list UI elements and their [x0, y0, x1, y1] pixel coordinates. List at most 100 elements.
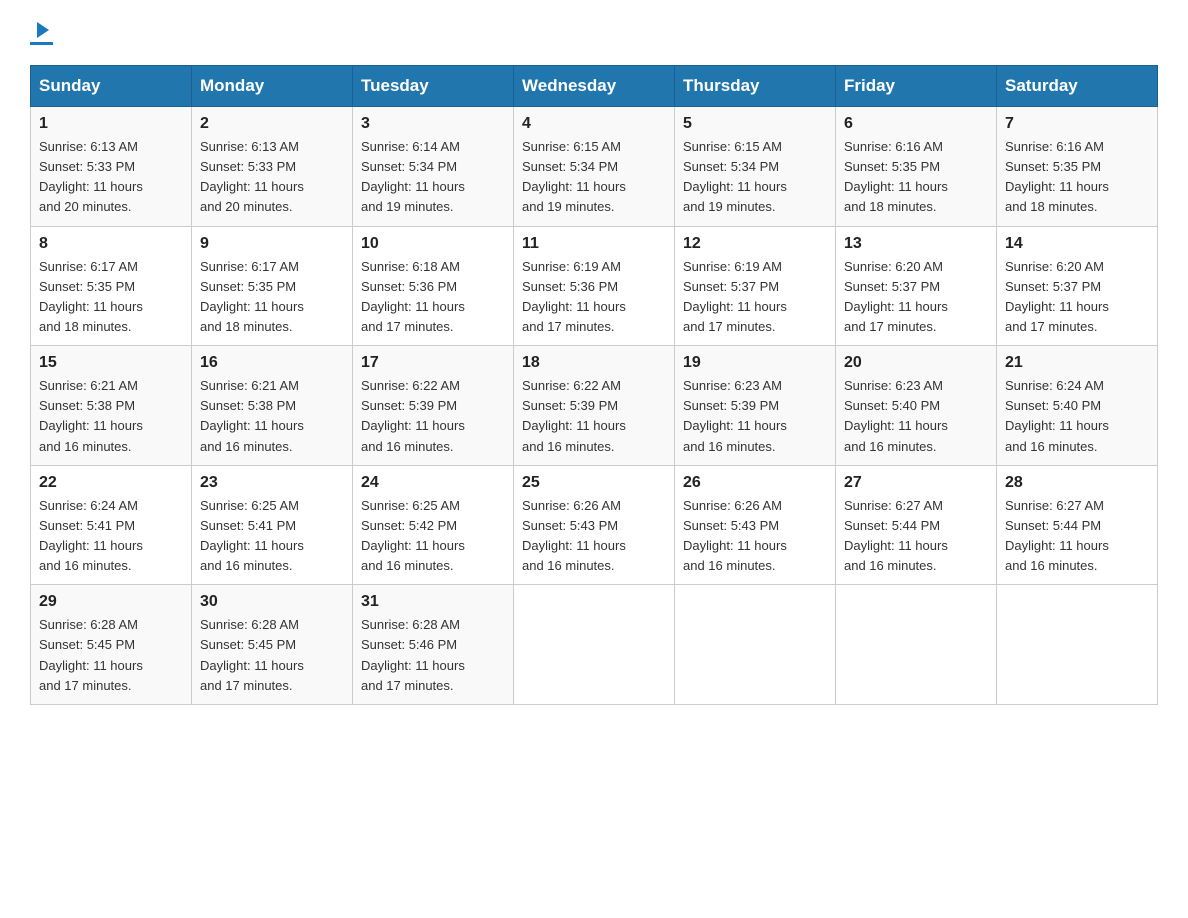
day-info: Sunrise: 6:20 AMSunset: 5:37 PMDaylight:… — [1005, 257, 1149, 338]
calendar-cell: 6Sunrise: 6:16 AMSunset: 5:35 PMDaylight… — [836, 107, 997, 227]
col-header-thursday: Thursday — [675, 66, 836, 107]
day-number: 7 — [1005, 115, 1149, 133]
day-number: 11 — [522, 235, 666, 253]
day-number: 21 — [1005, 354, 1149, 372]
calendar-cell: 23Sunrise: 6:25 AMSunset: 5:41 PMDayligh… — [192, 465, 353, 585]
day-number: 18 — [522, 354, 666, 372]
day-number: 15 — [39, 354, 183, 372]
day-info: Sunrise: 6:28 AMSunset: 5:46 PMDaylight:… — [361, 615, 505, 696]
day-number: 29 — [39, 593, 183, 611]
calendar-cell: 20 Sunrise: 6:23 AMSunset: 5:40 PMDayligh… — [836, 346, 997, 466]
day-info: Sunrise: 6:18 AMSunset: 5:36 PMDaylight:… — [361, 257, 505, 338]
day-number: 30 — [200, 593, 344, 611]
day-info: Sunrise: 6:21 AMSunset: 5:38 PMDaylight:… — [39, 376, 183, 457]
day-info: Sunrise: 6:15 AMSunset: 5:34 PMDaylight:… — [522, 137, 666, 218]
day-info: Sunrise: 6:26 AMSunset: 5:43 PMDaylight:… — [522, 496, 666, 577]
day-info: Sunrise: 6:15 AMSunset: 5:34 PMDaylight:… — [683, 137, 827, 218]
day-info: Sunrise: 6:27 AMSunset: 5:44 PMDaylight:… — [1005, 496, 1149, 577]
day-number: 20 — [844, 354, 988, 372]
calendar-cell: 25Sunrise: 6:26 AMSunset: 5:43 PMDayligh… — [514, 465, 675, 585]
calendar-cell — [514, 585, 675, 705]
day-number: 6 — [844, 115, 988, 133]
day-info: Sunrise: 6:23 AMSunset: 5:40 PMDaylight:… — [844, 376, 988, 457]
calendar-cell: 21 Sunrise: 6:24 AMSunset: 5:40 PMDayligh… — [997, 346, 1158, 466]
calendar-cell: 11 Sunrise: 6:19 AMSunset: 5:36 PMDayligh… — [514, 226, 675, 346]
calendar-cell: 31 Sunrise: 6:28 AMSunset: 5:46 PMDayligh… — [353, 585, 514, 705]
day-number: 2 — [200, 115, 344, 133]
calendar-week-3: 15 Sunrise: 6:21 AMSunset: 5:38 PMDayligh… — [31, 346, 1158, 466]
day-info: Sunrise: 6:27 AMSunset: 5:44 PMDaylight:… — [844, 496, 988, 577]
calendar-cell: 29 Sunrise: 6:28 AMSunset: 5:45 PMDayligh… — [31, 585, 192, 705]
logo-arrow-icon — [33, 20, 53, 40]
day-number: 12 — [683, 235, 827, 253]
calendar-cell: 9Sunrise: 6:17 AMSunset: 5:35 PMDaylight… — [192, 226, 353, 346]
day-number: 10 — [361, 235, 505, 253]
day-info: Sunrise: 6:19 AMSunset: 5:37 PMDaylight:… — [683, 257, 827, 338]
calendar-cell: 27 Sunrise: 6:27 AMSunset: 5:44 PMDayligh… — [836, 465, 997, 585]
day-info: Sunrise: 6:25 AMSunset: 5:41 PMDaylight:… — [200, 496, 344, 577]
calendar-cell: 24 Sunrise: 6:25 AMSunset: 5:42 PMDayligh… — [353, 465, 514, 585]
page-header — [30, 20, 1158, 45]
calendar-cell: 5 Sunrise: 6:15 AMSunset: 5:34 PMDaylight… — [675, 107, 836, 227]
day-info: Sunrise: 6:24 AMSunset: 5:40 PMDaylight:… — [1005, 376, 1149, 457]
day-info: Sunrise: 6:17 AMSunset: 5:35 PMDaylight:… — [39, 257, 183, 338]
day-number: 17 — [361, 354, 505, 372]
day-info: Sunrise: 6:22 AMSunset: 5:39 PMDaylight:… — [522, 376, 666, 457]
day-number: 24 — [361, 474, 505, 492]
calendar-week-1: 1 Sunrise: 6:13 AMSunset: 5:33 PMDaylight… — [31, 107, 1158, 227]
day-info: Sunrise: 6:20 AMSunset: 5:37 PMDaylight:… — [844, 257, 988, 338]
calendar-cell: 8 Sunrise: 6:17 AMSunset: 5:35 PMDaylight… — [31, 226, 192, 346]
calendar-cell — [675, 585, 836, 705]
day-number: 4 — [522, 115, 666, 133]
day-number: 1 — [39, 115, 183, 133]
day-number: 28 — [1005, 474, 1149, 492]
calendar-week-5: 29 Sunrise: 6:28 AMSunset: 5:45 PMDayligh… — [31, 585, 1158, 705]
day-info: Sunrise: 6:28 AMSunset: 5:45 PMDaylight:… — [200, 615, 344, 696]
day-info: Sunrise: 6:25 AMSunset: 5:42 PMDaylight:… — [361, 496, 505, 577]
calendar-cell: 4 Sunrise: 6:15 AMSunset: 5:34 PMDaylight… — [514, 107, 675, 227]
day-number: 9 — [200, 235, 344, 253]
calendar-cell: 12 Sunrise: 6:19 AMSunset: 5:37 PMDayligh… — [675, 226, 836, 346]
header-row: SundayMondayTuesdayWednesdayThursdayFrid… — [31, 66, 1158, 107]
day-number: 13 — [844, 235, 988, 253]
col-header-tuesday: Tuesday — [353, 66, 514, 107]
day-number: 22 — [39, 474, 183, 492]
calendar-table: SundayMondayTuesdayWednesdayThursdayFrid… — [30, 65, 1158, 705]
col-header-friday: Friday — [836, 66, 997, 107]
col-header-wednesday: Wednesday — [514, 66, 675, 107]
day-number: 19 — [683, 354, 827, 372]
day-number: 14 — [1005, 235, 1149, 253]
day-number: 26 — [683, 474, 827, 492]
calendar-cell: 16Sunrise: 6:21 AMSunset: 5:38 PMDayligh… — [192, 346, 353, 466]
day-info: Sunrise: 6:28 AMSunset: 5:45 PMDaylight:… — [39, 615, 183, 696]
day-info: Sunrise: 6:13 AMSunset: 5:33 PMDaylight:… — [200, 137, 344, 218]
day-number: 3 — [361, 115, 505, 133]
calendar-cell: 17Sunrise: 6:22 AMSunset: 5:39 PMDayligh… — [353, 346, 514, 466]
day-number: 5 — [683, 115, 827, 133]
col-header-monday: Monday — [192, 66, 353, 107]
logo — [30, 20, 53, 45]
calendar-week-4: 22 Sunrise: 6:24 AMSunset: 5:41 PMDayligh… — [31, 465, 1158, 585]
calendar-cell: 26 Sunrise: 6:26 AMSunset: 5:43 PMDayligh… — [675, 465, 836, 585]
calendar-cell: 15 Sunrise: 6:21 AMSunset: 5:38 PMDayligh… — [31, 346, 192, 466]
day-info: Sunrise: 6:19 AMSunset: 5:36 PMDaylight:… — [522, 257, 666, 338]
col-header-saturday: Saturday — [997, 66, 1158, 107]
day-info: Sunrise: 6:24 AMSunset: 5:41 PMDaylight:… — [39, 496, 183, 577]
calendar-cell: 30 Sunrise: 6:28 AMSunset: 5:45 PMDayligh… — [192, 585, 353, 705]
calendar-cell: 10 Sunrise: 6:18 AMSunset: 5:36 PMDayligh… — [353, 226, 514, 346]
day-number: 16 — [200, 354, 344, 372]
day-info: Sunrise: 6:13 AMSunset: 5:33 PMDaylight:… — [39, 137, 183, 218]
day-info: Sunrise: 6:23 AMSunset: 5:39 PMDaylight:… — [683, 376, 827, 457]
calendar-cell — [836, 585, 997, 705]
calendar-cell: 22 Sunrise: 6:24 AMSunset: 5:41 PMDayligh… — [31, 465, 192, 585]
day-number: 27 — [844, 474, 988, 492]
day-number: 8 — [39, 235, 183, 253]
calendar-cell: 19 Sunrise: 6:23 AMSunset: 5:39 PMDayligh… — [675, 346, 836, 466]
calendar-week-2: 8 Sunrise: 6:17 AMSunset: 5:35 PMDaylight… — [31, 226, 1158, 346]
day-number: 31 — [361, 593, 505, 611]
calendar-cell: 2 Sunrise: 6:13 AMSunset: 5:33 PMDaylight… — [192, 107, 353, 227]
logo-underline — [30, 42, 53, 45]
day-info: Sunrise: 6:16 AMSunset: 5:35 PMDaylight:… — [1005, 137, 1149, 218]
day-info: Sunrise: 6:26 AMSunset: 5:43 PMDaylight:… — [683, 496, 827, 577]
calendar-cell: 3Sunrise: 6:14 AMSunset: 5:34 PMDaylight… — [353, 107, 514, 227]
